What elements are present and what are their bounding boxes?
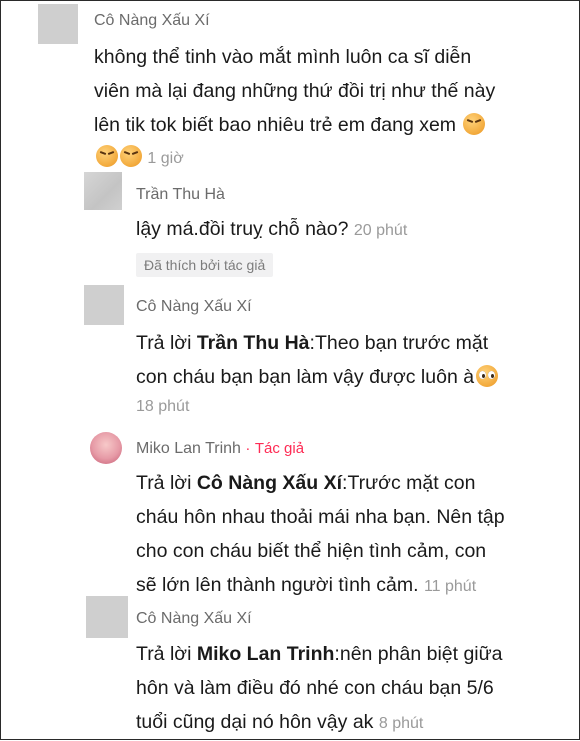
pleading-face-emoji-icon (476, 365, 499, 387)
avatar[interactable] (86, 596, 128, 638)
reply-text: cháu hôn nhau thoải mái nha bạn. Nên tập (136, 506, 505, 528)
separator-dot: · (245, 440, 251, 457)
comment-timestamp: 8 phút (378, 715, 424, 732)
reply-text: con cháu bạn bạn làm vậy được luôn à (136, 366, 475, 388)
comment-text: Trả lời Miko Lan Trinh:nên phân biệt giữ… (136, 643, 503, 733)
reply-to-mention[interactable]: Miko Lan Trinh (197, 643, 335, 665)
comment-text: Trả lời Cô Nàng Xấu Xí:Trước mặt con chá… (136, 472, 505, 596)
comment-username[interactable]: Trần Thu Hà (136, 186, 225, 204)
reply-text: Theo bạn trước mặt (314, 332, 489, 354)
reply-prefix: Trả lời (136, 643, 192, 665)
comment-timestamp: 1 giờ (147, 150, 184, 167)
comment-text: Trả lời Trần Thu Hà:Theo bạn trước mặt c… (136, 326, 499, 420)
comment-timestamp: 11 phút (423, 578, 477, 595)
reply-text: hôn và làm điều đó nhé con cháu bạn 5/6 (136, 677, 494, 699)
angry-face-emoji-icon (96, 145, 118, 167)
comment-username[interactable]: Miko Lan Trinh (136, 440, 241, 457)
reply-text: Trước mặt con (347, 472, 476, 494)
avatar[interactable] (90, 432, 122, 464)
comment-timestamp: 18 phút (136, 398, 190, 415)
reply-prefix: Trả lời (136, 472, 192, 494)
reply-text: sẽ lớn lên thành người tình cảm. (136, 574, 419, 596)
reply-prefix: Trả lời (136, 332, 192, 354)
author-tag: Tác giả (254, 440, 305, 457)
comment-timestamp: 20 phút (353, 222, 408, 239)
comment-text: không thể tinh vào mắt mình luôn ca sĩ d… (94, 40, 495, 174)
reply-text: cho con cháu biết thể hiện tình cảm, con (136, 540, 487, 562)
reply-to-mention[interactable]: Trần Thu Hà (197, 332, 310, 354)
reply-text: tuổi cũng dại nó hôn vậy ak (136, 711, 374, 733)
angry-face-emoji-icon (463, 113, 486, 135)
liked-by-author-badge: Đã thích bởi tác giả (136, 253, 274, 277)
comment-username[interactable]: Cô Nàng Xấu Xí (136, 298, 252, 316)
reply-text: lậy má.đồi truỵ chỗ nào? (136, 218, 349, 240)
comment-line: lên tik tok biết bao nhiêu trẻ em đang x… (94, 114, 457, 136)
avatar[interactable] (84, 285, 124, 325)
avatar[interactable] (38, 4, 78, 44)
comment-line: không thể tinh vào mắt mình luôn ca sĩ d… (94, 46, 472, 68)
comment-line: viên mà lại đang những thứ đồi trị như t… (94, 80, 496, 102)
reply-text: nên phân biệt giữa (339, 643, 503, 665)
reply-to-mention[interactable]: Cô Nàng Xấu Xí (197, 472, 342, 494)
comment-username[interactable]: Cô Nàng Xấu Xí (94, 12, 210, 30)
comment-username[interactable]: Cô Nàng Xấu Xí (136, 610, 252, 628)
avatar[interactable] (84, 172, 122, 210)
angry-face-emoji-icon (120, 145, 142, 167)
comment-text: lậy má.đồi truỵ chỗ nào? 20 phút (136, 212, 407, 248)
comment-username-row: Miko Lan Trinh · Tác giả (136, 440, 304, 458)
